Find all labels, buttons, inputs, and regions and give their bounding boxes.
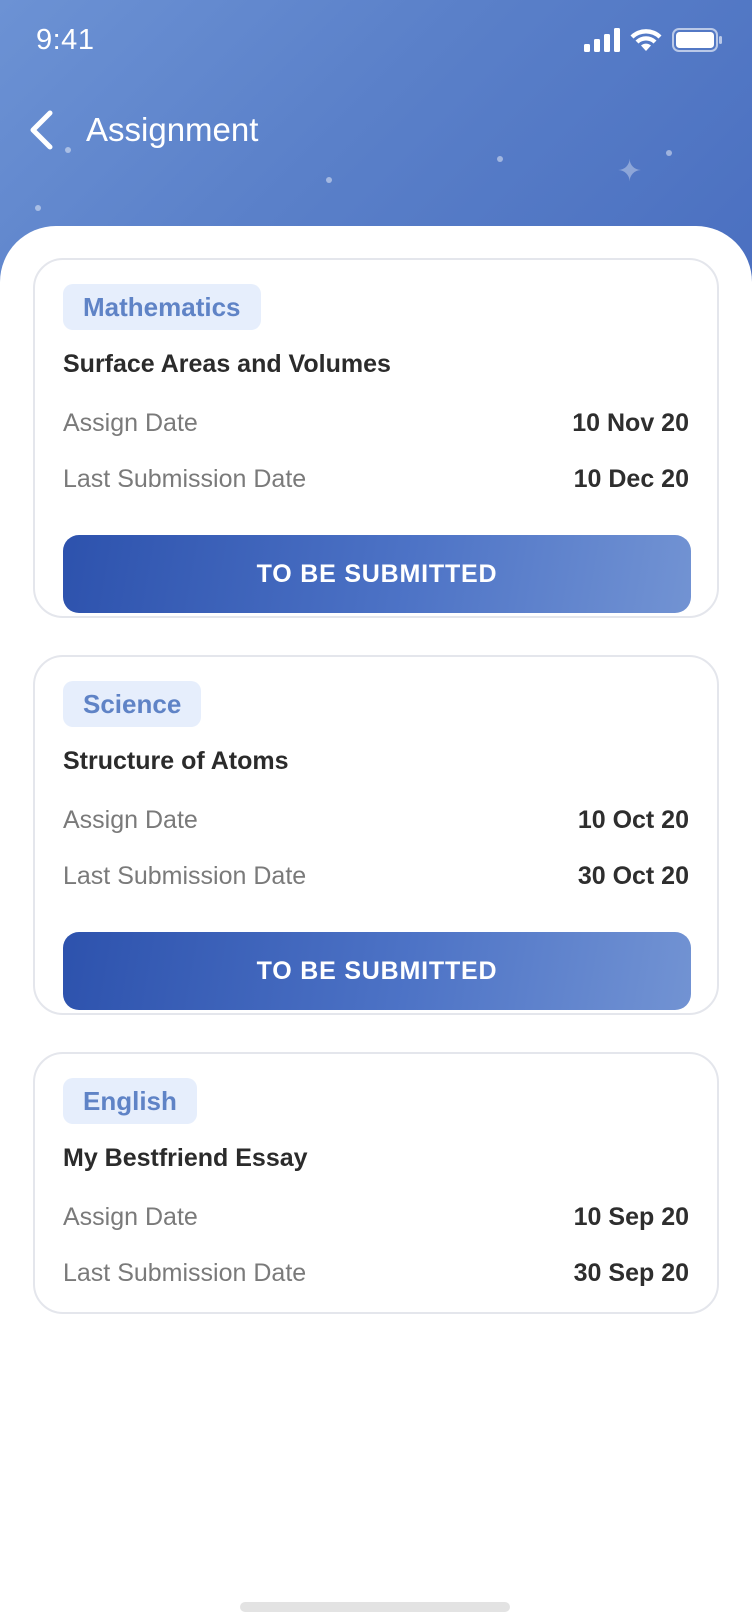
- content-sheet: Mathematics Surface Areas and Volumes As…: [0, 226, 752, 1624]
- to-be-submitted-button[interactable]: TO BE SUBMITTED: [63, 535, 691, 613]
- subject-badge: Science: [63, 681, 202, 727]
- decor-dot: [326, 177, 332, 183]
- assign-date-value: 10 Sep 20: [573, 1202, 689, 1231]
- decor-dot: [35, 205, 41, 211]
- assign-date-value: 10 Oct 20: [577, 805, 689, 834]
- assignment-card[interactable]: Science Structure of Atoms Assign Date 1…: [33, 655, 719, 1015]
- last-submission-row: Last Submission Date 10 Dec 20: [63, 451, 689, 507]
- last-submission-value: 30 Oct 20: [577, 861, 689, 890]
- subject-badge: Mathematics: [63, 284, 261, 330]
- last-submission-row: Last Submission Date 30 Oct 20: [63, 848, 689, 904]
- last-submission-row: Last Submission Date 30 Sep 20: [63, 1245, 689, 1301]
- assignment-title: My Bestfriend Essay: [63, 1144, 308, 1172]
- assign-date-value: 10 Nov 20: [572, 408, 689, 437]
- back-button[interactable]: [28, 104, 72, 156]
- assign-date-label: Assign Date: [63, 805, 198, 834]
- assign-date-row: Assign Date 10 Oct 20: [63, 792, 689, 848]
- last-submission-label: Last Submission Date: [63, 861, 307, 890]
- battery-icon: [672, 28, 722, 52]
- assignment-screen: ✦ 9:41 Assignment Mathematics Surface Ar…: [0, 0, 752, 1624]
- wifi-icon: [630, 29, 662, 51]
- home-indicator[interactable]: [240, 1602, 510, 1612]
- assignment-card[interactable]: Mathematics Surface Areas and Volumes As…: [33, 258, 719, 618]
- assign-date-label: Assign Date: [63, 408, 198, 437]
- last-submission-value: 10 Dec 20: [573, 464, 689, 493]
- status-bar: 9:41: [0, 0, 752, 84]
- page-title: Assignment: [86, 111, 259, 148]
- cellular-signal-icon: [584, 28, 620, 52]
- to-be-submitted-button[interactable]: TO BE SUBMITTED: [63, 932, 691, 1010]
- chevron-left-icon: [30, 110, 53, 150]
- last-submission-label: Last Submission Date: [63, 1258, 307, 1287]
- assignment-card[interactable]: English My Bestfriend Essay Assign Date …: [33, 1052, 719, 1314]
- status-time: 9:41: [36, 23, 95, 56]
- last-submission-value: 30 Sep 20: [573, 1258, 689, 1287]
- assignment-title: Structure of Atoms: [63, 747, 289, 775]
- assign-date-row: Assign Date 10 Nov 20: [63, 395, 689, 451]
- status-icons: [584, 28, 722, 52]
- nav-bar: Assignment: [0, 98, 752, 162]
- assign-date-label: Assign Date: [63, 1202, 198, 1231]
- last-submission-label: Last Submission Date: [63, 464, 307, 493]
- assignment-title: Surface Areas and Volumes: [63, 350, 391, 378]
- assign-date-row: Assign Date 10 Sep 20: [63, 1189, 689, 1245]
- subject-badge: English: [63, 1078, 197, 1124]
